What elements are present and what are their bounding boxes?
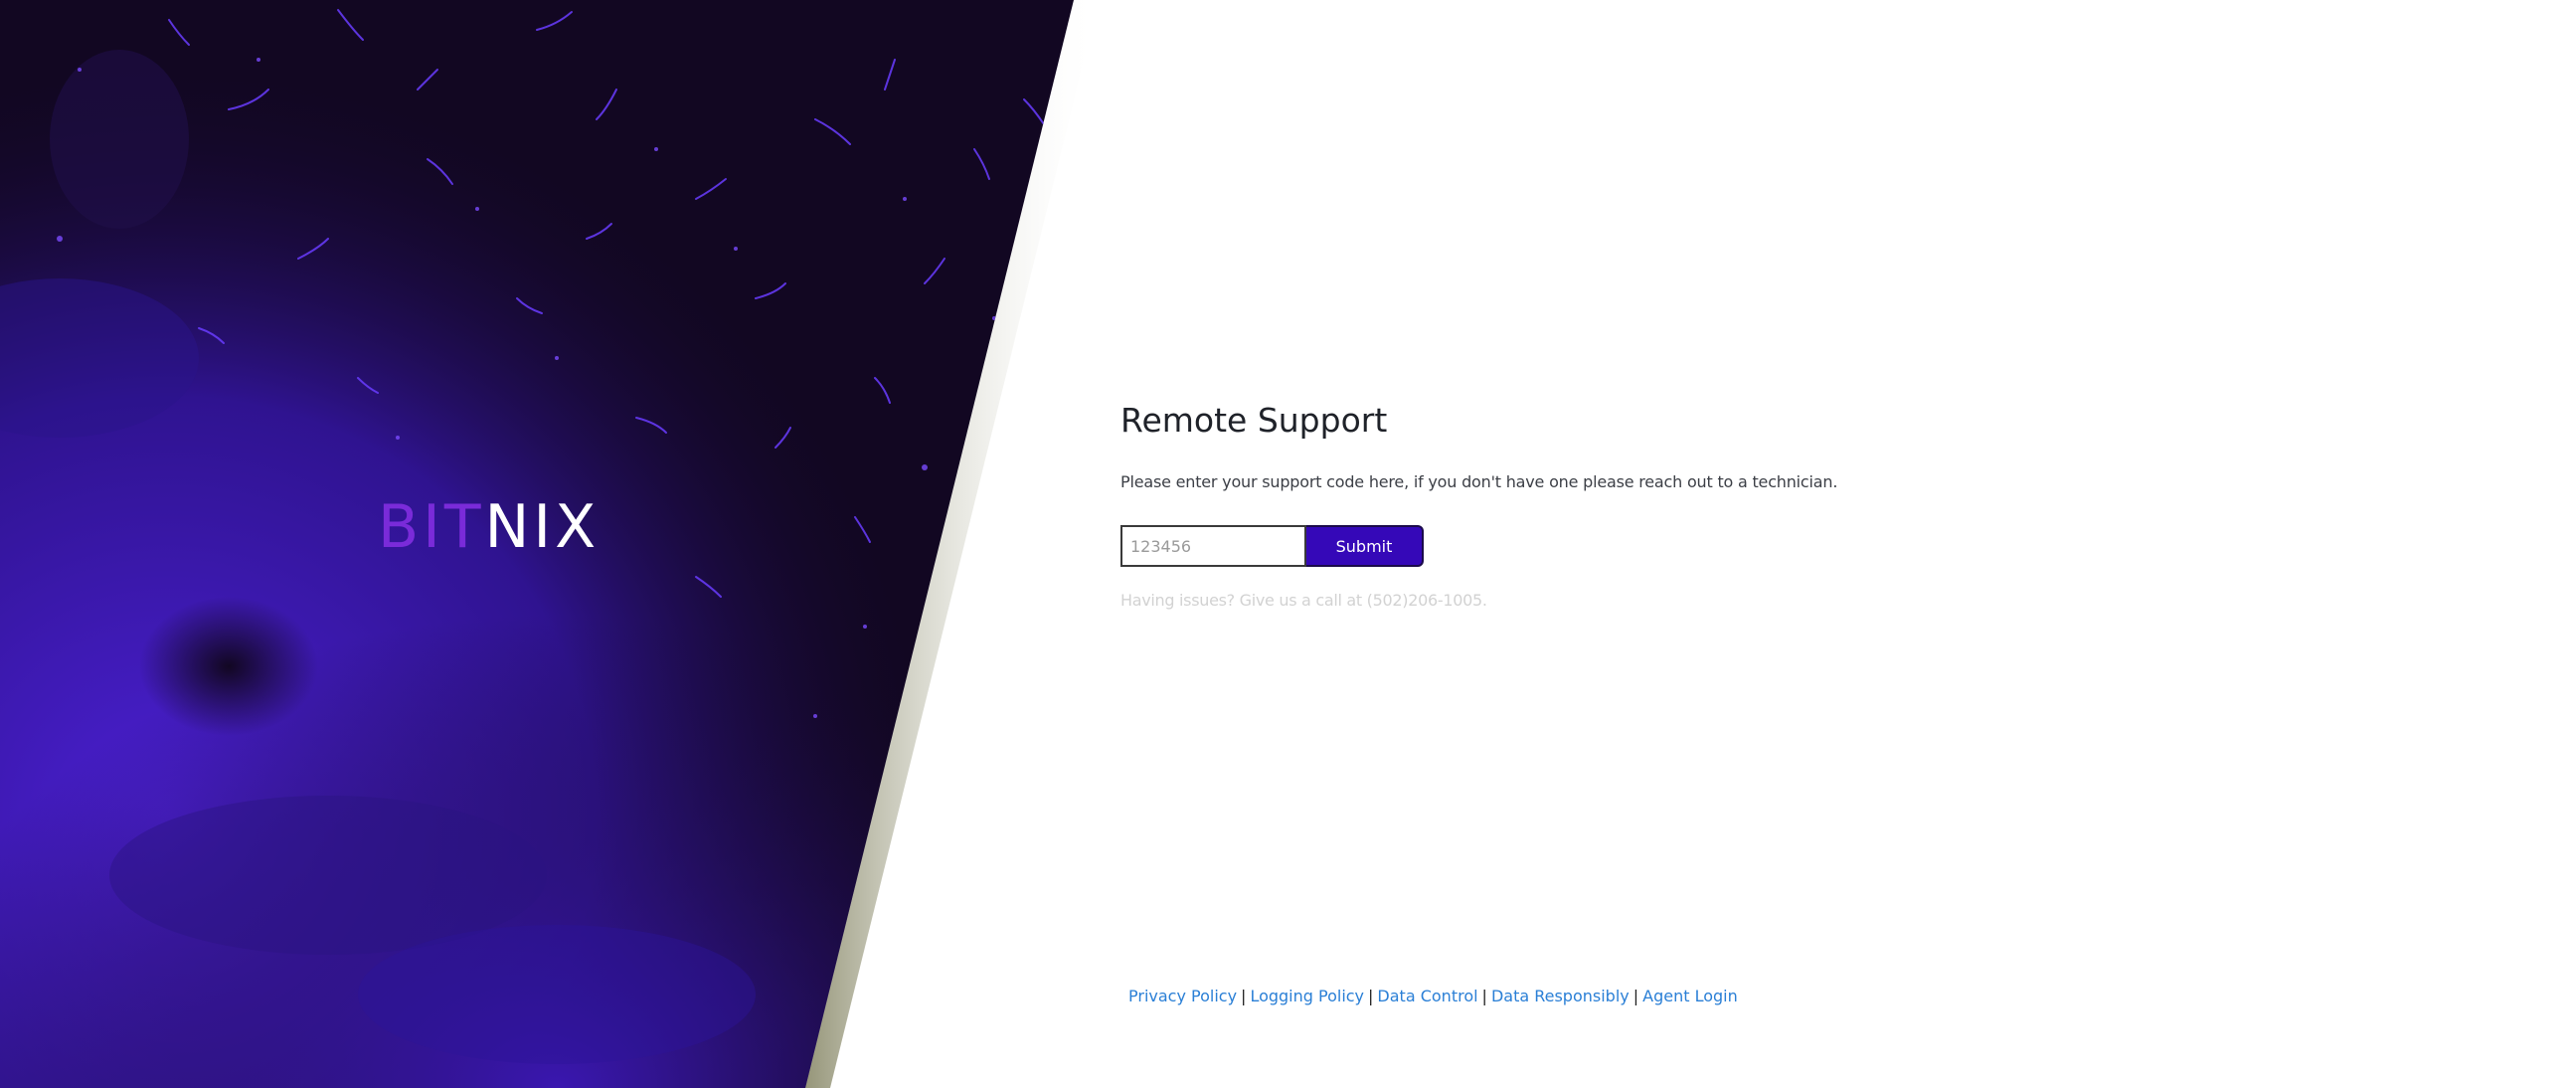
support-code-form: Submit xyxy=(1120,525,2015,568)
privacy-policy-link[interactable]: Privacy Policy xyxy=(1128,987,1237,1005)
footer-links: Privacy Policy | Logging Policy | Data Contr… xyxy=(1128,987,1738,1005)
agent-login-link[interactable]: Agent Login xyxy=(1642,987,1738,1005)
hero-panel: BITNIX xyxy=(0,0,1114,1088)
brand-logo: BITNIX xyxy=(378,497,600,557)
logging-policy-link[interactable]: Logging Policy xyxy=(1250,987,1364,1005)
instructions-text: Please enter your support code here, if … xyxy=(1120,472,1838,492)
submit-button[interactable]: Submit xyxy=(1306,525,1424,568)
footer-separator: | xyxy=(1481,987,1487,1005)
footer-separator: | xyxy=(1241,987,1247,1005)
support-form-section: Remote Support Please enter your support… xyxy=(1120,401,2015,611)
page-title: Remote Support xyxy=(1120,401,1388,440)
brand-logo-part1: BIT xyxy=(378,492,485,562)
help-text: Having issues? Give us a call at (502)20… xyxy=(1120,591,1487,611)
support-code-input[interactable] xyxy=(1120,525,1306,568)
page: BITNIX Remote Support Please enter your … xyxy=(0,0,2576,1088)
footer-separator: | xyxy=(1632,987,1639,1005)
data-responsibly-link[interactable]: Data Responsibly xyxy=(1491,987,1630,1005)
brand-logo-part2: NIX xyxy=(484,492,601,562)
footer-separator: | xyxy=(1368,987,1374,1005)
data-control-link[interactable]: Data Control xyxy=(1377,987,1477,1005)
